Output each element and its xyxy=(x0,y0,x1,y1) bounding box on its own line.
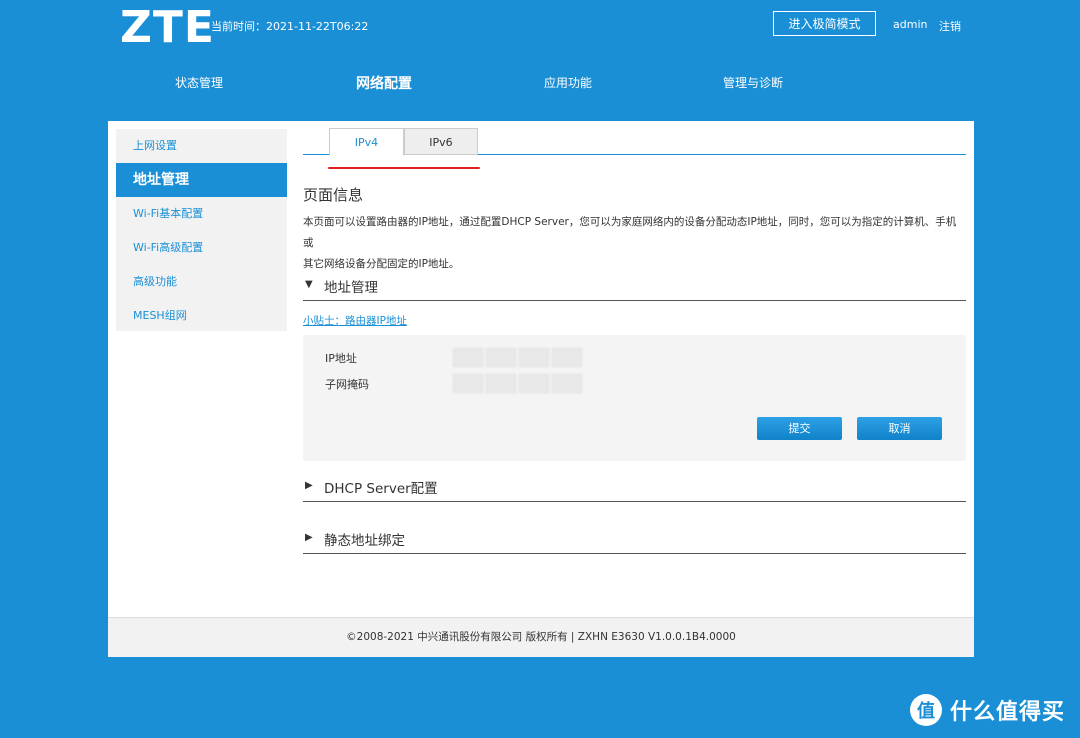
page-info-description: 本页面可以设置路由器的IP地址，通过配置DHCP Server，您可以为家庭网络… xyxy=(303,212,966,275)
ip-octet-3-input[interactable] xyxy=(519,348,549,367)
nav-management-diagnostics[interactable]: 管理与诊断 xyxy=(723,74,783,91)
description-line-2: 其它网络设备分配固定的IP地址。 xyxy=(303,258,460,270)
cancel-button[interactable]: 取消 xyxy=(857,417,942,440)
watermark-text: 什么值得买 xyxy=(950,700,1066,725)
sidebar-item-wifi-basic[interactable]: Wi-Fi基本配置 xyxy=(116,197,287,231)
nav-status-management[interactable]: 状态管理 xyxy=(175,74,223,91)
section-dhcp-server[interactable]: ▶ DHCP Server配置 xyxy=(303,477,966,502)
sidebar-item-internet-settings[interactable]: 上网设置 xyxy=(116,129,287,163)
nav-applications[interactable]: 应用功能 xyxy=(544,74,592,91)
zte-logo: ZTE xyxy=(120,2,215,53)
ip-address-label: IP地址 xyxy=(325,352,357,365)
section-title: DHCP Server配置 xyxy=(324,481,438,497)
sidebar-item-mesh[interactable]: MESH组网 xyxy=(116,299,287,333)
section-address-management[interactable]: ▼ 地址管理 xyxy=(303,276,966,301)
page-info-title: 页面信息 xyxy=(303,186,364,204)
sidebar-item-address-management[interactable]: 地址管理 xyxy=(116,163,287,197)
mask-octet-3-input[interactable] xyxy=(519,374,549,393)
simple-mode-button[interactable]: 进入极简模式 xyxy=(773,11,876,36)
main-panel: 上网设置 地址管理 Wi-Fi基本配置 Wi-Fi高级配置 高级功能 MESH组… xyxy=(108,121,974,657)
subnet-mask-label: 子网掩码 xyxy=(325,378,369,391)
watermark: 值 什么值得买 xyxy=(910,690,1065,730)
sidebar: 上网设置 地址管理 Wi-Fi基本配置 Wi-Fi高级配置 高级功能 MESH组… xyxy=(116,129,287,331)
triangle-right-icon: ▶ xyxy=(305,480,313,491)
current-time: 当前时间：2021-11-22T06:22 xyxy=(211,20,369,33)
nav-network-config[interactable]: 网络配置 xyxy=(356,73,412,93)
section-title: 静态地址绑定 xyxy=(324,533,405,549)
red-annotation-underline xyxy=(328,167,480,169)
mask-octet-1-input[interactable] xyxy=(453,374,483,393)
sidebar-item-wifi-advanced[interactable]: Wi-Fi高级配置 xyxy=(116,231,287,265)
router-ip-tip-link[interactable]: 小贴士：路由器IP地址 xyxy=(303,313,407,328)
ip-octet-2-input[interactable] xyxy=(486,348,516,367)
top-nav: 状态管理 网络配置 应用功能 管理与诊断 xyxy=(0,74,1080,94)
sidebar-item-advanced-features[interactable]: 高级功能 xyxy=(116,265,287,299)
triangle-down-icon: ▼ xyxy=(305,279,313,290)
address-form: IP地址 子网掩码 提交 取消 xyxy=(303,335,966,461)
logout-link[interactable]: 注销 xyxy=(939,18,961,34)
section-static-binding[interactable]: ▶ 静态地址绑定 xyxy=(303,529,966,554)
tab-ipv4[interactable]: IPv4 xyxy=(329,128,404,156)
submit-button[interactable]: 提交 xyxy=(757,417,842,440)
section-title: 地址管理 xyxy=(324,280,378,296)
triangle-right-icon: ▶ xyxy=(305,532,313,543)
content-area: IPv4 IPv6 页面信息 本页面可以设置路由器的IP地址，通过配置DHCP … xyxy=(303,121,966,601)
footer: ©2008-2021 中兴通讯股份有限公司 版权所有 | ZXHN E3630 … xyxy=(108,617,974,657)
tab-ipv6[interactable]: IPv6 xyxy=(404,128,478,155)
mask-octet-4-input[interactable] xyxy=(552,374,582,393)
description-line-1: 本页面可以设置路由器的IP地址，通过配置DHCP Server，您可以为家庭网络… xyxy=(303,216,957,249)
ip-octet-4-input[interactable] xyxy=(552,348,582,367)
watermark-logo-icon: 值 xyxy=(910,694,942,726)
username: admin xyxy=(893,18,928,31)
mask-octet-2-input[interactable] xyxy=(486,374,516,393)
ip-octet-1-input[interactable] xyxy=(453,348,483,367)
